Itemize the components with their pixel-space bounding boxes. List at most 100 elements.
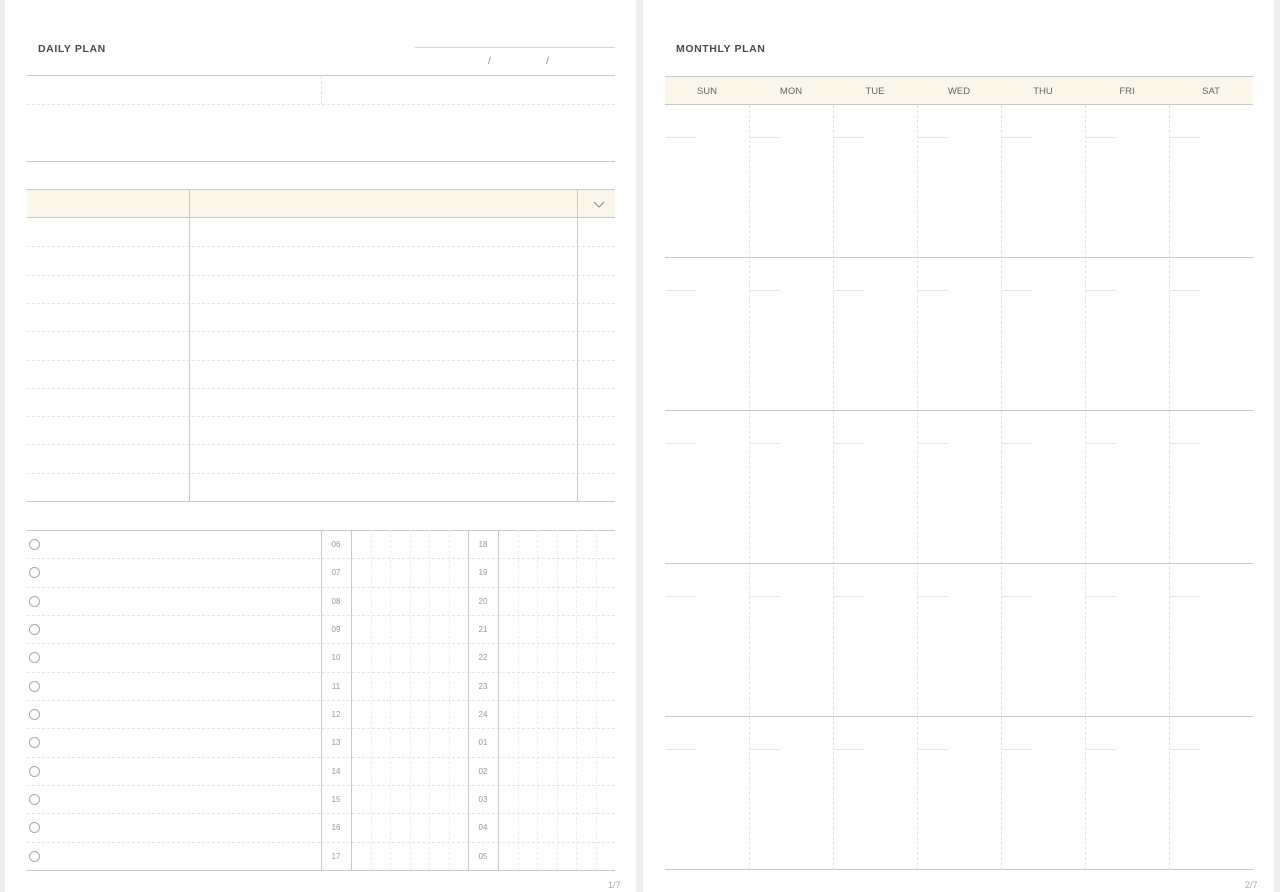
page-number: 1/7 xyxy=(608,880,621,890)
calendar-day-cell[interactable] xyxy=(1002,137,1032,138)
calendar-column-line xyxy=(1001,105,1002,870)
task-row[interactable] xyxy=(27,275,615,276)
calendar-day-cell[interactable] xyxy=(834,443,864,444)
calendar-day-cell[interactable] xyxy=(1002,596,1032,597)
calendar-week-line xyxy=(665,257,1253,258)
task-table-header xyxy=(27,189,615,218)
calendar-day-cell[interactable] xyxy=(918,443,948,444)
minute-gridline xyxy=(449,530,450,870)
circle-checkbox-icon[interactable] xyxy=(29,851,40,862)
hour-label: 01 xyxy=(478,738,488,747)
hour-label: 21 xyxy=(478,625,488,634)
hour-label: 08 xyxy=(331,597,341,606)
timetable-bottom xyxy=(27,870,615,871)
minute-gridline xyxy=(596,530,597,870)
weekday-label-wed: WED xyxy=(947,86,971,97)
minute-gridline xyxy=(371,530,372,870)
task-row[interactable] xyxy=(27,331,615,332)
task-row[interactable] xyxy=(27,444,615,445)
calendar-column-line xyxy=(1085,105,1086,870)
minute-gridline xyxy=(518,530,519,870)
task-row[interactable] xyxy=(27,388,615,389)
memo-bottom-line xyxy=(27,161,615,162)
calendar-day-cell[interactable] xyxy=(1170,290,1200,291)
calendar-week-line xyxy=(665,716,1253,717)
task-row[interactable] xyxy=(27,416,615,417)
hour-label: 22 xyxy=(478,653,488,662)
calendar-day-cell[interactable] xyxy=(834,596,864,597)
task-col-divider xyxy=(189,189,190,501)
calendar-day-cell[interactable] xyxy=(1002,443,1032,444)
calendar-day-cell[interactable] xyxy=(1170,596,1200,597)
calendar-day-cell[interactable] xyxy=(1170,749,1200,750)
hour-label: 09 xyxy=(331,625,341,634)
calendar-day-cell[interactable] xyxy=(666,596,696,597)
calendar-day-cell[interactable] xyxy=(1170,137,1200,138)
calendar-day-cell[interactable] xyxy=(750,749,780,750)
calendar-day-cell[interactable] xyxy=(918,596,948,597)
calendar-day-cell[interactable] xyxy=(750,443,780,444)
timetable-divider xyxy=(498,530,499,870)
calendar-day-cell[interactable] xyxy=(666,443,696,444)
memo-dashed-line xyxy=(27,104,615,105)
calendar-day-cell[interactable] xyxy=(918,137,948,138)
hour-label: 06 xyxy=(331,540,341,549)
circle-checkbox-icon[interactable] xyxy=(29,681,40,692)
calendar-day-cell[interactable] xyxy=(1086,443,1116,444)
calendar-day-cell[interactable] xyxy=(666,749,696,750)
date-line[interactable] xyxy=(415,47,615,48)
hour-label: 04 xyxy=(478,823,488,832)
calendar-day-cell[interactable] xyxy=(1086,596,1116,597)
daily-plan-page: DAILY PLAN / / 06 18 07 19 08 20 09 21 10 22 11 23 1… xyxy=(5,0,636,892)
calendar-day-cell[interactable] xyxy=(1086,749,1116,750)
timetable-divider xyxy=(468,530,469,870)
timetable-divider xyxy=(351,530,352,870)
calendar-day-cell[interactable] xyxy=(750,137,780,138)
hour-label: 10 xyxy=(331,653,341,662)
calendar-day-cell[interactable] xyxy=(918,290,948,291)
calendar-column-line xyxy=(833,105,834,870)
circle-checkbox-icon[interactable] xyxy=(29,709,40,720)
daily-plan-title: DAILY PLAN xyxy=(29,43,114,57)
calendar-day-cell[interactable] xyxy=(834,137,864,138)
calendar-day-cell[interactable] xyxy=(666,290,696,291)
weekday-label-sun: SUN xyxy=(696,86,718,97)
calendar-day-cell[interactable] xyxy=(1086,290,1116,291)
task-row[interactable] xyxy=(27,360,615,361)
calendar-day-cell[interactable] xyxy=(834,290,864,291)
hour-label: 02 xyxy=(478,767,488,776)
hour-label: 18 xyxy=(478,540,488,549)
circle-checkbox-icon[interactable] xyxy=(29,567,40,578)
calendar-day-cell[interactable] xyxy=(1002,749,1032,750)
circle-checkbox-icon[interactable] xyxy=(29,596,40,607)
calendar-day-cell[interactable] xyxy=(750,596,780,597)
circle-checkbox-icon[interactable] xyxy=(29,652,40,663)
weekday-label-fri: FRI xyxy=(1119,86,1135,97)
calendar-day-cell[interactable] xyxy=(834,749,864,750)
circle-checkbox-icon[interactable] xyxy=(29,822,40,833)
task-row[interactable] xyxy=(27,303,615,304)
circle-checkbox-icon[interactable] xyxy=(29,539,40,550)
hour-label: 03 xyxy=(478,795,488,804)
calendar-day-cell[interactable] xyxy=(1086,137,1116,138)
calendar-day-cell[interactable] xyxy=(918,749,948,750)
hour-label: 19 xyxy=(478,568,488,577)
calendar-day-cell[interactable] xyxy=(1170,443,1200,444)
weekday-label-sat: SAT xyxy=(1202,86,1220,97)
circle-checkbox-icon[interactable] xyxy=(29,624,40,635)
calendar-week-line xyxy=(665,563,1253,564)
circle-checkbox-icon[interactable] xyxy=(29,766,40,777)
task-row[interactable] xyxy=(27,473,615,474)
task-table-bottom xyxy=(27,501,615,502)
calendar-column-line xyxy=(1169,105,1170,870)
calendar-column-line xyxy=(917,105,918,870)
calendar-day-cell[interactable] xyxy=(1002,290,1032,291)
task-row[interactable] xyxy=(27,246,615,247)
calendar-week-line xyxy=(665,869,1253,870)
circle-checkbox-icon[interactable] xyxy=(29,794,40,805)
calendar-week-line xyxy=(665,410,1253,411)
calendar-day-cell[interactable] xyxy=(666,137,696,138)
calendar-day-cell[interactable] xyxy=(750,290,780,291)
circle-checkbox-icon[interactable] xyxy=(29,737,40,748)
hour-label: 13 xyxy=(331,738,341,747)
